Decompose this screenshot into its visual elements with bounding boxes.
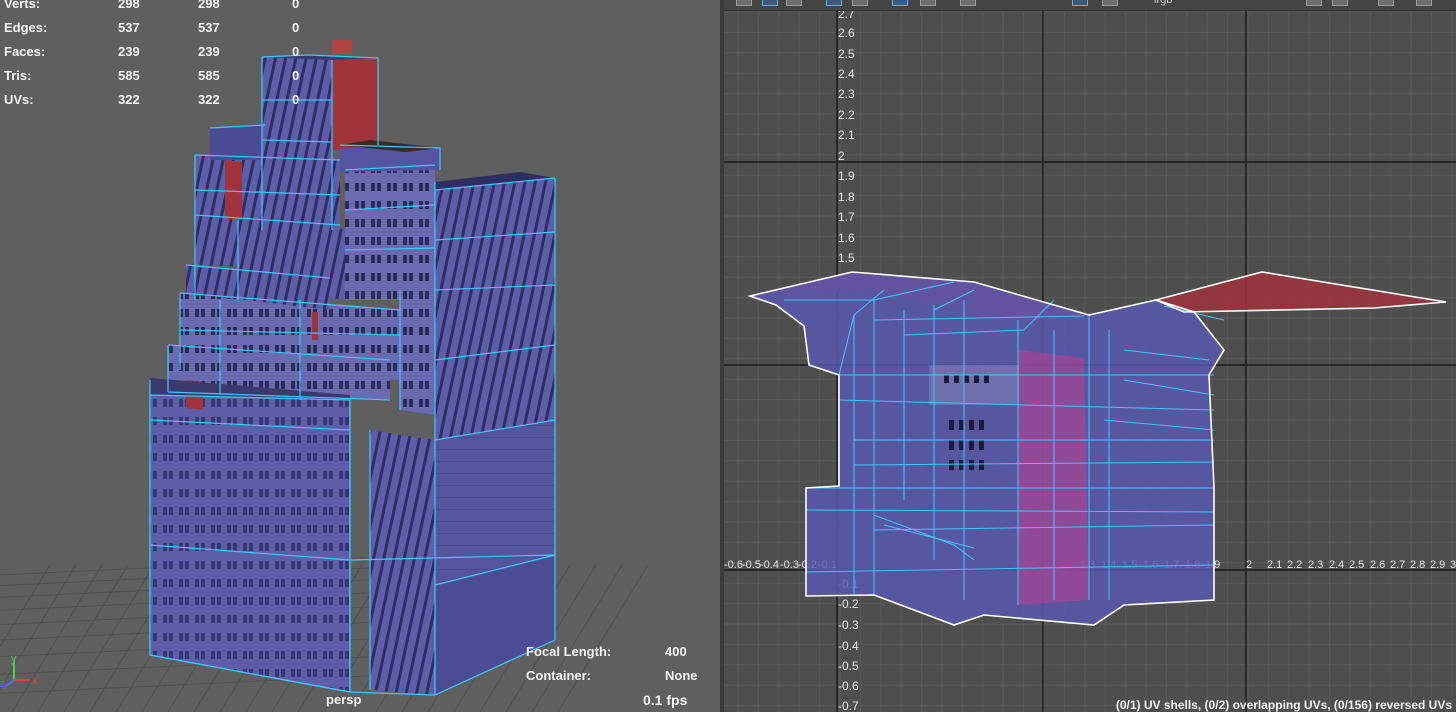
display-image-icon[interactable] bbox=[826, 0, 842, 6]
stat-value: 537 bbox=[198, 20, 220, 35]
poly-count-hud: Verts: 298 298 0 Edges: 537 537 0 Faces:… bbox=[0, 0, 320, 116]
camera-name: persp bbox=[326, 692, 362, 707]
stat-value: 298 bbox=[118, 0, 140, 11]
v-tick-label: -0.3 bbox=[838, 618, 859, 632]
settings-icon[interactable] bbox=[1332, 0, 1348, 6]
stat-label: Edges: bbox=[4, 20, 48, 35]
u-tick-label: -0.5 bbox=[742, 559, 761, 571]
v-tick-label: 2.2 bbox=[838, 108, 855, 122]
fps-readout: 0.1 fps bbox=[643, 692, 688, 708]
v-tick-label: 2.1 bbox=[838, 128, 855, 142]
axis-z-label: z bbox=[0, 678, 6, 690]
stat-value: 322 bbox=[118, 92, 140, 107]
uv-snapshot-icon[interactable] bbox=[786, 0, 802, 6]
uv-status-bar: (0/1) UV shells, (0/2) overlapping UVs, … bbox=[1115, 698, 1452, 712]
export-icon[interactable] bbox=[1416, 0, 1432, 6]
u-tick-label: 2.2 bbox=[1287, 559, 1302, 571]
u-tick-label: 3 bbox=[1450, 559, 1456, 571]
u-tick-label: 2.6 bbox=[1370, 559, 1385, 571]
v-tick-label: -0.2 bbox=[838, 597, 859, 611]
u-tick-label: 2.1 bbox=[1267, 559, 1282, 571]
uv-shell-select-icon[interactable] bbox=[762, 0, 778, 6]
building-mesh[interactable] bbox=[150, 40, 555, 695]
delete-icon[interactable] bbox=[1378, 0, 1394, 6]
container-value: None bbox=[665, 668, 698, 683]
v-tick-label: 1.7 bbox=[838, 210, 855, 224]
v-tick-label: -0.6 bbox=[838, 679, 859, 693]
axis-y-label: y bbox=[11, 653, 17, 665]
v-tick-label: 2 bbox=[838, 149, 845, 163]
u-tick-label: -0.3 bbox=[780, 559, 799, 571]
uv-shell[interactable] bbox=[747, 271, 1447, 626]
v-tick-label: 1.6 bbox=[838, 231, 855, 245]
maya-window: y x z Verts: 298 298 0 Edges: 537 537 0 … bbox=[0, 0, 1456, 712]
uv-select-icon[interactable] bbox=[736, 0, 752, 6]
stat-value: 0 bbox=[292, 0, 300, 11]
u-tick-label: 2.7 bbox=[1390, 559, 1405, 571]
camera-icon[interactable] bbox=[960, 0, 976, 6]
color-picker-icon[interactable] bbox=[1306, 0, 1322, 6]
v-tick-label: -0.4 bbox=[838, 639, 859, 653]
stat-value: 0 bbox=[292, 44, 300, 59]
focal-length-value: 400 bbox=[665, 644, 687, 659]
v-tick-label: 2.4 bbox=[838, 67, 855, 81]
grid-toggle-icon[interactable] bbox=[892, 0, 908, 6]
stat-value: 298 bbox=[198, 0, 220, 11]
shaded-uv-icon[interactable] bbox=[1072, 0, 1088, 6]
channel-label: lrgb bbox=[1154, 0, 1173, 6]
v-tick-label: 2.5 bbox=[838, 47, 855, 61]
u-tick-label: 2.9 bbox=[1430, 559, 1445, 571]
stat-value: 0 bbox=[292, 68, 300, 83]
dim-image-icon[interactable] bbox=[852, 0, 868, 6]
v-tick-label: 1.5 bbox=[838, 251, 855, 265]
stat-value: 322 bbox=[198, 92, 220, 107]
stat-value: 537 bbox=[118, 20, 140, 35]
stat-label: Tris: bbox=[4, 68, 32, 83]
stat-value: 239 bbox=[118, 44, 140, 59]
u-tick-label: -0.6 bbox=[724, 559, 743, 571]
pixel-snap-icon[interactable] bbox=[920, 0, 936, 6]
checker-icon[interactable] bbox=[1102, 0, 1118, 6]
u-tick-label: 2.8 bbox=[1410, 559, 1425, 571]
stat-value: 585 bbox=[118, 68, 140, 83]
stat-label: UVs: bbox=[4, 92, 34, 107]
u-tick-label: 2.5 bbox=[1349, 559, 1364, 571]
stat-value: 239 bbox=[198, 44, 220, 59]
u-tick-label: -0.4 bbox=[760, 559, 779, 571]
stat-value: 0 bbox=[292, 20, 300, 35]
uv-editor-panel[interactable]: 2.7 2.6 2.5 2.4 2.3 2.2 2.1 2 1.9 1.8 1.7 1.6 1.5 -0.… bbox=[724, 0, 1456, 712]
perspective-viewport[interactable]: y x z Verts: 298 298 0 Edges: 537 537 0 … bbox=[0, 0, 720, 712]
stat-label: Verts: bbox=[4, 0, 41, 11]
u-tick-label: 2.3 bbox=[1308, 559, 1323, 571]
stat-label: Faces: bbox=[4, 44, 46, 59]
v-tick-label: 1.9 bbox=[838, 169, 855, 183]
u-tick-label: 2.4 bbox=[1329, 559, 1344, 571]
axis-x-label: x bbox=[32, 675, 38, 687]
uv-canvas[interactable]: 2.7 2.6 2.5 2.4 2.3 2.2 2.1 2 1.9 1.8 1.7 1.6 1.5 -0.… bbox=[724, 0, 1456, 712]
v-tick-label: 1.8 bbox=[838, 190, 855, 204]
stat-value: 585 bbox=[198, 68, 220, 83]
uv-toolbar: lrgb bbox=[724, 0, 1456, 11]
v-tick-label: -0.7 bbox=[838, 699, 859, 712]
v-tick-label: 2.6 bbox=[838, 26, 855, 40]
container-label: Container: bbox=[526, 668, 591, 683]
focal-length-label: Focal Length: bbox=[526, 644, 612, 659]
u-tick-label: 2 bbox=[1246, 559, 1252, 571]
stat-value: 0 bbox=[292, 92, 300, 107]
v-tick-label: -0.5 bbox=[838, 659, 859, 673]
v-tick-label: 2.3 bbox=[838, 87, 855, 101]
